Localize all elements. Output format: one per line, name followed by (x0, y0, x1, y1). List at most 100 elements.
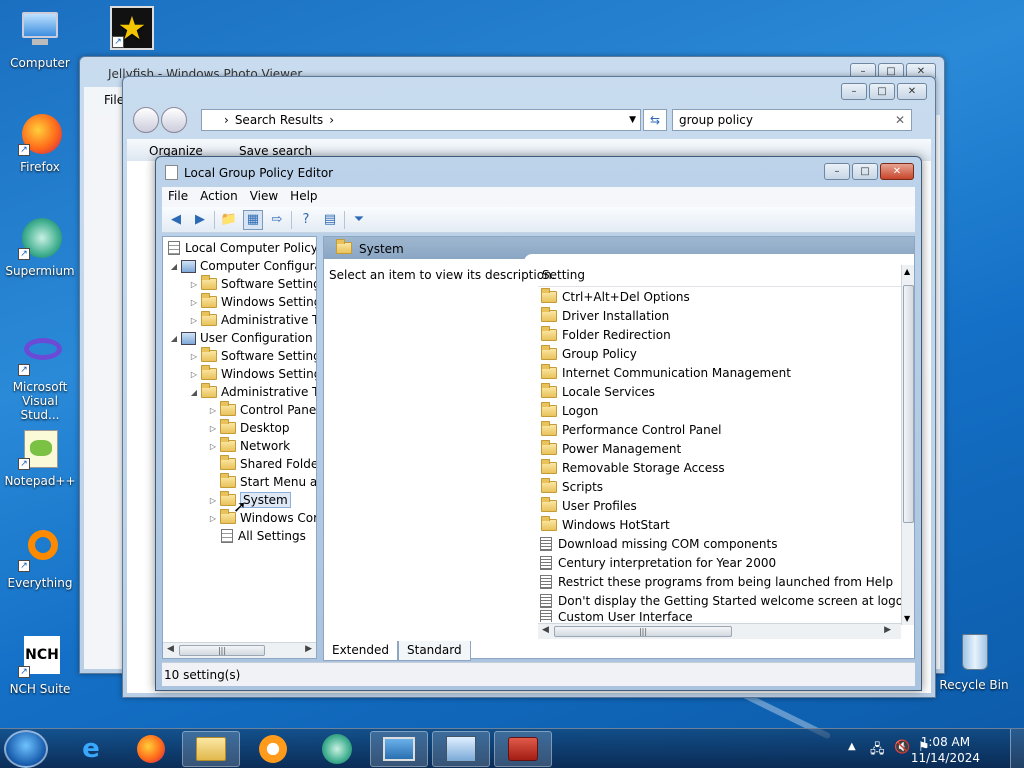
export-list-icon[interactable]: ⇨ (267, 210, 287, 230)
help-icon[interactable]: ? (296, 210, 316, 230)
expanded-icon[interactable]: ◢ (169, 334, 179, 343)
forward-arrow-icon[interactable]: ▶ (190, 210, 210, 230)
desktop-icon-notepadpp[interactable]: ↗ Notepad++ (2, 426, 78, 488)
collapsed-icon[interactable]: ▷ (208, 496, 218, 505)
list-item[interactable]: Folder Redirection (538, 325, 671, 344)
scroll-right-icon[interactable]: ▶ (884, 625, 891, 635)
tree-node-windows-settings[interactable]: ▷ Windows Setting (189, 293, 316, 311)
expanded-icon[interactable]: ◢ (169, 262, 179, 271)
column-header-setting[interactable]: Setting (538, 265, 901, 287)
collapsed-icon[interactable]: ▷ (189, 316, 199, 325)
scroll-left-icon[interactable]: ◀ (167, 644, 174, 654)
collapsed-icon[interactable]: ▷ (189, 280, 199, 289)
list-item[interactable]: Scripts (538, 477, 603, 496)
maximize-button[interactable]: □ (869, 83, 895, 100)
desktop-icon-visual-studio[interactable]: ↗ Microsoft Visual Stud... (2, 332, 78, 422)
scroll-right-icon[interactable]: ▶ (305, 644, 312, 654)
taskbar-group-policy[interactable] (494, 731, 552, 767)
collapsed-icon[interactable]: ▷ (208, 514, 218, 523)
clock[interactable]: 1:08 AM 11/14/2024 (911, 734, 980, 766)
taskbar-photo-viewer[interactable] (370, 731, 428, 767)
tree-node-windows-components[interactable]: ▷ Windows Cor (208, 509, 316, 527)
desktop-icon-media[interactable]: ★ ↗ (94, 6, 170, 54)
show-hidden-icons-icon[interactable]: ▲ (848, 741, 856, 752)
desktop-icon-firefox[interactable]: ↗ Firefox (2, 112, 78, 174)
tab-standard[interactable]: Standard (398, 641, 471, 661)
scrollbar-thumb[interactable] (903, 285, 914, 523)
list-item[interactable]: Removable Storage Access (538, 458, 725, 477)
start-button[interactable] (4, 730, 48, 768)
collapsed-icon[interactable]: ▷ (208, 442, 218, 451)
desktop-icon-supermium[interactable]: ↗ Supermium (2, 216, 78, 278)
refresh-icon[interactable]: ⇆ (643, 109, 667, 131)
show-hide-tree-icon[interactable]: ▦ (243, 209, 263, 230)
minimize-button[interactable]: – (841, 83, 867, 100)
minimize-button[interactable]: – (824, 163, 850, 180)
back-arrow-icon[interactable]: ◀ (166, 210, 186, 230)
taskbar-internet-explorer[interactable]: e (62, 731, 120, 767)
menu-file[interactable]: File (162, 187, 194, 207)
list-item[interactable]: Performance Control Panel (538, 420, 721, 439)
address-bar[interactable]: › Search Results › ▼ (201, 109, 641, 131)
taskbar-media-player[interactable] (244, 731, 302, 767)
tree-node-local-computer-policy[interactable]: Local Computer Policy (165, 239, 316, 257)
desktop-icon-computer[interactable]: Computer (2, 8, 78, 70)
forward-button[interactable] (161, 107, 187, 133)
tree-node-user-configuration[interactable]: ◢ User Configuration (169, 329, 313, 347)
chevron-down-icon[interactable]: ▼ (629, 115, 636, 125)
taskbar-firefox[interactable] (122, 731, 180, 767)
maximize-button[interactable]: □ (852, 163, 878, 180)
desktop-icon-everything[interactable]: ↗ Everything (2, 528, 78, 590)
scrollbar-thumb[interactable]: ||| (554, 626, 732, 637)
scroll-up-icon[interactable]: ▲ (904, 267, 910, 276)
tree-node-administrative-templates[interactable]: ◢ Administrative Te (189, 383, 316, 401)
list-item[interactable]: Ctrl+Alt+Del Options (538, 287, 690, 306)
expanded-icon[interactable]: ◢ (189, 388, 199, 397)
list-item[interactable]: Locale Services (538, 382, 655, 401)
list-item[interactable]: Internet Communication Management (538, 363, 791, 382)
scrollbar-thumb[interactable]: ||| (179, 645, 265, 656)
menu-view[interactable]: View (244, 187, 284, 207)
taskbar-explorer[interactable] (182, 731, 240, 767)
tab-extended[interactable]: Extended (323, 641, 398, 661)
menu-action[interactable]: Action (194, 187, 244, 207)
list-item[interactable]: User Profiles (538, 496, 637, 515)
tree-node-windows-settings[interactable]: ▷ Windows Setting (189, 365, 316, 383)
back-button[interactable] (133, 107, 159, 133)
tree-node-start-menu[interactable]: Start Menu ar (218, 473, 316, 491)
taskbar-supermium[interactable] (308, 731, 366, 767)
volume-muted-icon[interactable]: 🔇 (894, 740, 910, 755)
tree-node-shared-folders[interactable]: Shared Folder (218, 455, 316, 473)
list-item[interactable]: Windows HotStart (538, 515, 670, 534)
close-button[interactable]: ✕ (880, 163, 914, 180)
collapsed-icon[interactable]: ▷ (208, 406, 218, 415)
list-item[interactable]: Century interpretation for Year 2000 (538, 553, 776, 572)
scroll-left-icon[interactable]: ◀ (542, 625, 549, 635)
filter-icon[interactable]: ⏷ (349, 210, 369, 230)
list-item[interactable]: Driver Installation (538, 306, 669, 325)
list-item[interactable]: Custom User Interface (538, 610, 693, 622)
clear-icon[interactable]: ✕ (895, 113, 905, 127)
tree-horizontal-scrollbar[interactable]: ◀ ||| ▶ (163, 642, 316, 658)
tree-node-computer-configuration[interactable]: ◢ Computer Configura (169, 257, 316, 275)
search-input[interactable]: group policy ✕ (672, 109, 912, 131)
collapsed-icon[interactable]: ▷ (208, 424, 218, 433)
tree-node-administrative-templates[interactable]: ▷ Administrative Te (189, 311, 316, 329)
tree-node-network[interactable]: ▷ Network (208, 437, 290, 455)
menu-file[interactable]: File (84, 87, 124, 115)
title-bar[interactable]: Local Group Policy Editor – □ ✕ (156, 157, 921, 187)
collapsed-icon[interactable]: ▷ (189, 370, 199, 379)
collapsed-icon[interactable]: ▷ (189, 298, 199, 307)
list-vertical-scrollbar[interactable]: ▲ ▼ (901, 265, 914, 625)
list-item[interactable]: Group Policy (538, 344, 637, 363)
group-policy-editor-window[interactable]: Local Group Policy Editor – □ ✕ File Act… (155, 156, 922, 691)
desktop-icon-nch[interactable]: NCH ↗ NCH Suite (2, 634, 78, 696)
list-item[interactable]: Don't display the Getting Started welcom… (538, 591, 911, 610)
tree-node-system[interactable]: ▷ System (208, 491, 291, 509)
network-icon[interactable]: 🖧 (870, 740, 885, 762)
policy-tree[interactable]: Local Computer Policy ◢ Computer Configu… (162, 236, 317, 659)
taskbar-control-panel[interactable] (432, 731, 490, 767)
list-item[interactable]: Power Management (538, 439, 681, 458)
list-item[interactable]: Restrict these programs from being launc… (538, 572, 893, 591)
tree-node-desktop[interactable]: ▷ Desktop (208, 419, 290, 437)
